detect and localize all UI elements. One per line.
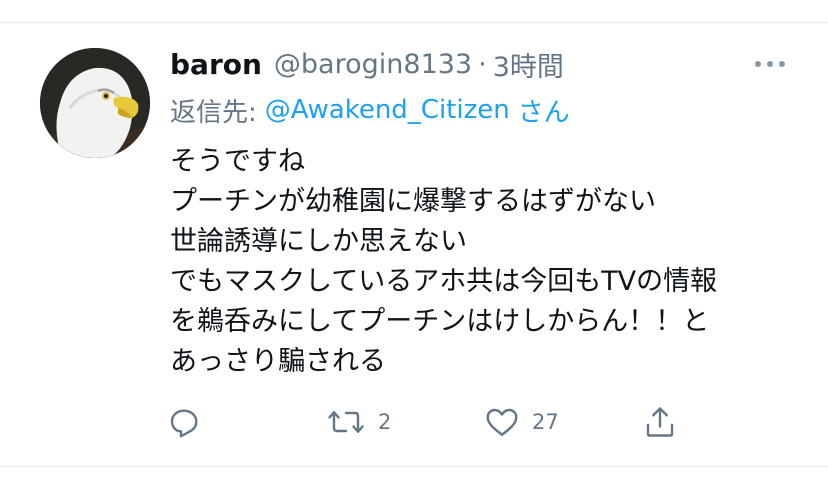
reply-suffix: さん	[517, 97, 570, 128]
tweet-header: baron @barogin8133 · 3時間	[170, 44, 564, 84]
share-icon	[646, 407, 674, 437]
bottom-divider	[0, 466, 828, 467]
author-name[interactable]: baron	[170, 48, 262, 81]
retweet-count: 2	[378, 410, 392, 434]
reply-button[interactable]	[166, 398, 214, 446]
reply-icon	[170, 409, 198, 438]
reply-prefix: 返信先:	[170, 97, 257, 128]
tweet-text-line: を鵜呑みにしてプーチンはけしからん！！と	[170, 306, 710, 337]
tweet-timestamp[interactable]: 3時間	[493, 45, 564, 84]
tweet-text-line: でもマスクしているアホ共は今回もTVの情報	[170, 266, 718, 297]
author-handle[interactable]: @barogin8133	[274, 49, 472, 80]
tweet-text-line: そうですね	[170, 146, 305, 177]
heart-icon	[486, 408, 518, 436]
avatar[interactable]	[40, 48, 150, 158]
tweet-text-line: プーチンが幼稚園に爆撃するはずがない	[170, 186, 656, 217]
share-button[interactable]	[642, 398, 678, 446]
retweet-icon	[328, 411, 364, 433]
retweet-button[interactable]: 2	[326, 398, 391, 446]
reply-to-handle-link[interactable]: @Awakend_Citizen	[265, 95, 510, 125]
tweet-text-line: 世論誘導にしか思えない	[170, 226, 467, 257]
eagle-avatar-image	[40, 48, 150, 158]
top-divider	[0, 22, 828, 23]
like-button[interactable]: 27	[484, 398, 559, 446]
tweet-actions: 2 27	[0, 398, 828, 446]
tweet-text: そうですね プーチンが幼稚園に爆撃するはずがない 世論誘導にしか思えない でもマ…	[170, 142, 810, 382]
like-count: 27	[532, 410, 559, 434]
reply-context: 返信先: @Awakend_Citizen さん	[170, 90, 570, 130]
more-icon[interactable]	[752, 52, 788, 76]
header-separator: ·	[478, 48, 487, 80]
tweet-text-line: あっさり騙される	[170, 346, 386, 377]
